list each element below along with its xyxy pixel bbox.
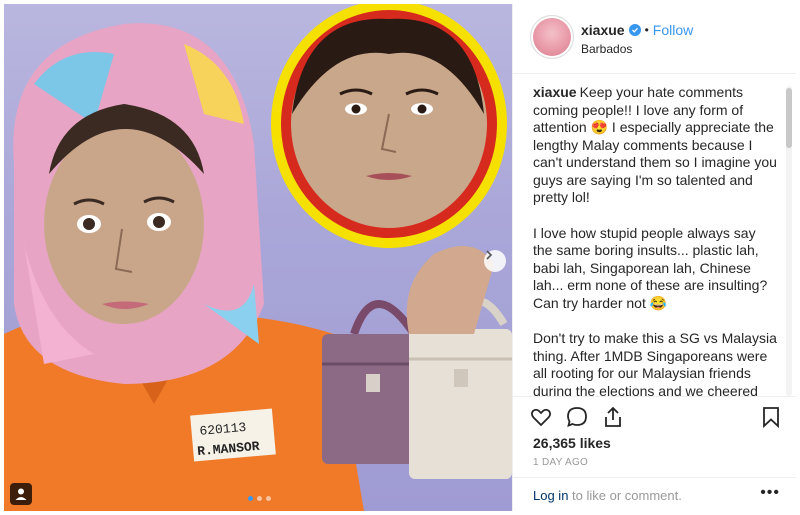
caption-scrollbar[interactable] (786, 86, 792, 396)
caption-paragraph: I love how stupid people always say the … (533, 224, 768, 311)
carousel-next-button[interactable] (484, 250, 506, 272)
post-sidebar: xiaxue • Follow Barbados xiaxue Keep your… (512, 4, 796, 511)
login-prompt-text: to like or comment. (568, 488, 682, 503)
username-link[interactable]: xiaxue (581, 22, 625, 38)
caption-username[interactable]: xiaxue (533, 84, 577, 100)
username-row: xiaxue • Follow (581, 22, 693, 38)
likes-count[interactable]: 26,365 likes (533, 435, 611, 451)
comment-icon[interactable] (565, 405, 589, 429)
post-header: xiaxue • Follow Barbados (513, 4, 796, 74)
comment-login-row: Log in to like or comment. ••• (513, 477, 796, 512)
more-options-button[interactable]: ••• (760, 484, 780, 502)
follow-button[interactable]: Follow (653, 22, 693, 38)
bookmark-icon[interactable] (759, 405, 783, 429)
instagram-post-window: 620113 R.MANSOR xiaxue • Follow Barbados… (4, 4, 796, 511)
chevron-right-icon (486, 250, 493, 260)
header-separator: • (644, 23, 649, 37)
caption-paragraph: Don't try to make this a SG vs Malaysia … (533, 330, 777, 396)
post-image[interactable]: 620113 R.MANSOR (4, 4, 512, 511)
carousel-indicator (248, 496, 271, 501)
carousel-dot (257, 496, 262, 501)
share-icon[interactable] (601, 405, 625, 429)
carousel-dot (248, 496, 253, 501)
avatar[interactable] (533, 18, 571, 56)
user-tag-icon (15, 488, 27, 500)
login-link[interactable]: Log in (533, 488, 568, 503)
caption-area: xiaxue Keep your hate comments coming peo… (533, 84, 778, 396)
carousel-dot (266, 496, 271, 501)
tagged-users-button[interactable] (10, 483, 32, 505)
verified-icon (628, 24, 641, 36)
login-prompt: Log in to like or comment. (533, 488, 682, 503)
heart-icon[interactable] (529, 405, 553, 429)
caption-text: Keep your hate comments coming people!! … (533, 84, 777, 205)
caption-paragraph: xiaxue Keep your hate comments coming peo… (533, 84, 778, 207)
post-photo-illustration: 620113 R.MANSOR (4, 4, 512, 511)
scrollbar-thumb[interactable] (786, 88, 792, 148)
location-link[interactable]: Barbados (581, 42, 632, 56)
post-timestamp[interactable]: 1 DAY AGO (533, 457, 588, 468)
actions-bar: 26,365 likes 1 DAY AGO Log in to like or… (513, 396, 796, 511)
